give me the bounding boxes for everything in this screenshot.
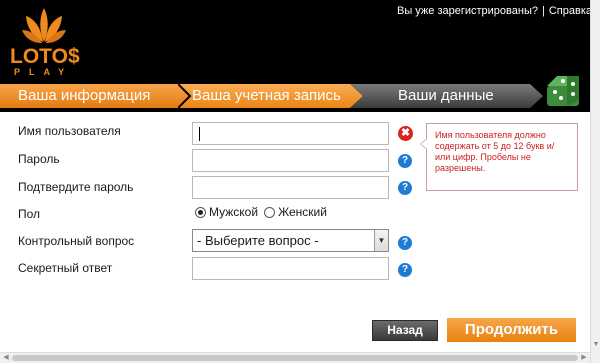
secret-answer-label: Секретный ответ	[18, 261, 113, 275]
confirm-password-label: Подтвердите пароль	[18, 180, 134, 194]
vertical-scrollbar[interactable]: ▼	[590, 0, 600, 363]
password-help-icon[interactable]: ?	[398, 154, 412, 168]
confirm-password-input[interactable]	[192, 176, 389, 199]
horizontal-scrollbar-thumb[interactable]	[12, 355, 578, 361]
brand-name: LOTO$	[10, 45, 80, 68]
confirm-password-help-icon[interactable]: ?	[398, 181, 412, 195]
step-your-information[interactable]: Ваша информация	[0, 84, 192, 108]
horizontal-scrollbar[interactable]: ◀ ▶	[0, 352, 590, 363]
secret-answer-input[interactable]	[192, 257, 389, 280]
tooltip-arrow-inner	[421, 139, 427, 149]
top-links: Вы уже зарегистрированы? | Справка	[397, 5, 592, 17]
already-registered-link[interactable]: Вы уже зарегистрированы?	[397, 5, 538, 17]
username-label: Имя пользователя	[18, 124, 121, 138]
gender-label: Пол	[18, 207, 41, 221]
continue-button[interactable]: Продолжить	[447, 318, 576, 342]
header: LOTO$ PLAY Вы уже зарегистрированы? | Спра…	[0, 0, 600, 112]
registration-form: Имя пользователя ✖ Имя пользователя долж…	[0, 112, 590, 352]
help-link[interactable]: Справка	[549, 5, 592, 17]
scroll-left-icon[interactable]: ◀	[1, 353, 11, 363]
gender-female-label: Женский	[278, 205, 327, 219]
step-your-account[interactable]: Ваша учетная запись	[178, 84, 364, 108]
error-tooltip-text: Имя пользователя должно содержать от 5 д…	[435, 130, 555, 173]
gender-male-label: Мужской	[209, 205, 259, 219]
security-question-value: - Выберите вопрос -	[197, 233, 319, 248]
step-3-label: Ваши данные	[398, 87, 494, 104]
security-question-select[interactable]: - Выберите вопрос - ▼	[192, 229, 389, 252]
password-label: Пароль	[18, 152, 60, 166]
top-links-separator: |	[541, 5, 545, 17]
gender-male-option[interactable]: Мужской	[195, 205, 258, 219]
gender-radio-group: Мужской Женский	[195, 205, 333, 219]
lotos-play-logo[interactable]: LOTO$ PLAY	[6, 6, 86, 77]
chevron-down-icon[interactable]: ▼	[374, 230, 388, 251]
back-button[interactable]: Назад	[372, 320, 438, 341]
error-icon[interactable]: ✖	[398, 126, 413, 141]
gender-female-option[interactable]: Женский	[264, 205, 327, 219]
secret-answer-help-icon[interactable]: ?	[398, 263, 412, 277]
step-your-details[interactable]: Ваши данные	[350, 84, 545, 108]
brand-subtitle: PLAY	[14, 67, 74, 77]
text-caret	[199, 127, 200, 141]
dice-icon	[547, 76, 579, 106]
username-input[interactable]	[192, 122, 389, 145]
security-question-help-icon[interactable]: ?	[398, 236, 412, 250]
scroll-down-icon[interactable]: ▼	[591, 340, 600, 350]
error-tooltip: Имя пользователя должно содержать от 5 д…	[420, 123, 578, 191]
password-input[interactable]	[192, 149, 389, 172]
lotus-flower-icon	[22, 8, 66, 43]
gender-female-radio[interactable]	[264, 206, 276, 218]
security-question-label: Контрольный вопрос	[18, 234, 135, 248]
step-1-label: Ваша информация	[18, 87, 151, 104]
step-2-label: Ваша учетная запись	[192, 87, 341, 104]
gender-male-radio[interactable]	[195, 206, 206, 218]
scroll-right-icon[interactable]: ▶	[579, 353, 589, 363]
wizard-steps: Ваша информация Ваша учетная запись Ваши…	[0, 84, 545, 108]
